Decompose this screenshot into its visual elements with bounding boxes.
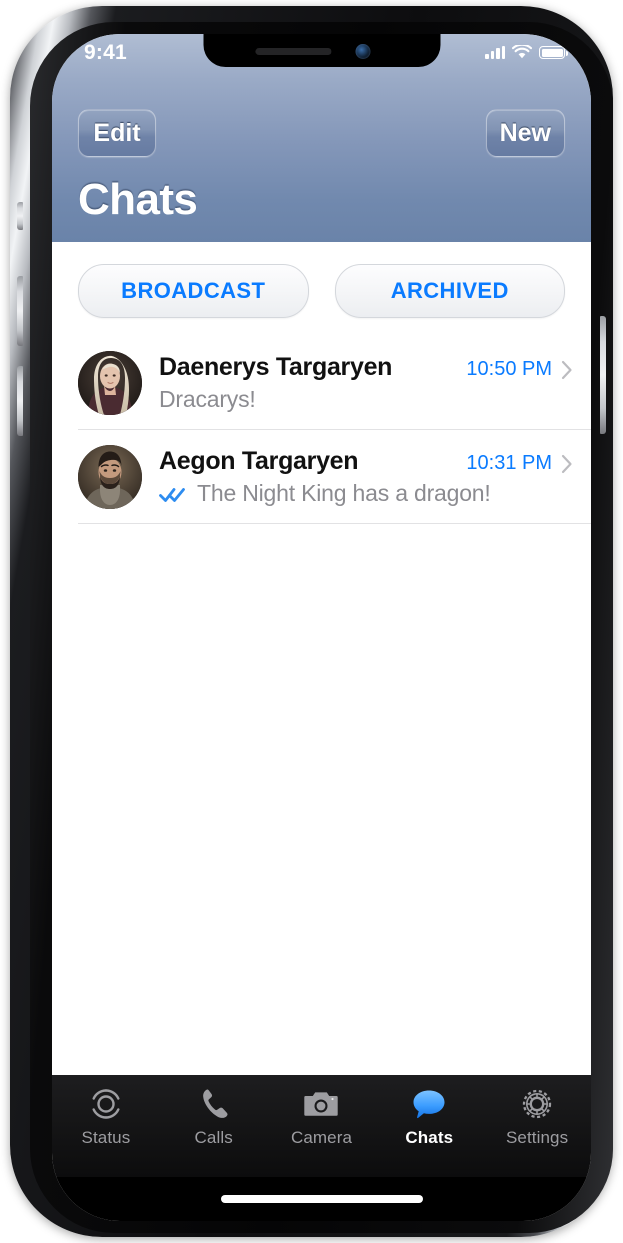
navigation-header: 9:41 Edit New Chats xyxy=(52,34,591,242)
edit-button[interactable]: Edit xyxy=(78,109,156,157)
archived-button[interactable]: ARCHIVED xyxy=(334,264,565,318)
tab-settings[interactable]: Settings xyxy=(483,1085,591,1148)
battery-icon xyxy=(539,46,568,59)
chat-preview-text: The Night King has a dragon! xyxy=(159,480,573,507)
segment-row: BROADCAST ARCHIVED xyxy=(52,242,591,336)
chat-item-meta: 10:50 PM xyxy=(456,358,573,381)
daenerys-avatar xyxy=(78,351,142,415)
chat-timestamp: 10:50 PM xyxy=(466,358,552,380)
gear-icon xyxy=(522,1089,552,1119)
page-title: Chats xyxy=(78,175,198,224)
wifi-icon xyxy=(512,45,532,59)
mute-switch-button[interactable] xyxy=(17,202,23,230)
signal-bars-icon xyxy=(485,46,505,59)
home-indicator-area xyxy=(52,1177,591,1221)
status-bar: 9:41 xyxy=(52,34,591,68)
new-chat-button[interactable]: New xyxy=(485,109,565,157)
tab-calls[interactable]: Calls xyxy=(160,1085,268,1148)
tab-label: Chats xyxy=(405,1128,454,1147)
volume-down-button[interactable] xyxy=(17,366,23,436)
power-button[interactable] xyxy=(600,316,606,434)
chat-preview-text: Dracarys! xyxy=(159,386,573,413)
volume-up-button[interactable] xyxy=(17,276,23,346)
tab-label: Settings xyxy=(505,1128,569,1147)
status-time: 9:41 xyxy=(84,40,127,64)
phone-icon xyxy=(202,1089,228,1118)
chat-item-body: Daenerys Targaryen 10:50 PM Dracarys! xyxy=(159,353,573,413)
camera-icon xyxy=(304,1092,339,1116)
chat-contact-name: Aegon Targaryen xyxy=(159,447,359,475)
chevron-right-icon xyxy=(561,360,572,379)
broadcast-button[interactable]: BROADCAST xyxy=(78,264,309,318)
status-rings-icon xyxy=(92,1089,120,1119)
home-indicator[interactable] xyxy=(220,1195,423,1203)
chat-preview-label: Dracarys! xyxy=(159,386,256,412)
tab-bar: Status Calls Camera Chats Settings xyxy=(52,1075,591,1177)
chat-item-header: Aegon Targaryen 10:31 PM xyxy=(159,447,573,476)
tab-label: Status xyxy=(81,1128,131,1147)
double-check-read-icon xyxy=(159,487,185,502)
chat-list-content: BROADCAST ARCHIVED Daenerys Targaryen 10… xyxy=(52,242,591,1075)
chat-item-body: Aegon Targaryen 10:31 PM The Night King … xyxy=(159,447,573,507)
device-frame: 9:41 Edit New Chats BROADCAST ARCHIVED D… xyxy=(10,6,613,1237)
status-icons xyxy=(485,45,568,60)
device-screen: 9:41 Edit New Chats BROADCAST ARCHIVED D… xyxy=(52,34,591,1221)
chat-item-header: Daenerys Targaryen 10:50 PM xyxy=(159,353,573,382)
tab-chats[interactable]: Chats xyxy=(375,1085,483,1148)
aegon-avatar xyxy=(78,445,142,509)
chevron-right-icon xyxy=(561,454,572,473)
tab-status[interactable]: Status xyxy=(52,1085,160,1148)
chat-bubble-icon xyxy=(413,1090,445,1119)
messaging-app: 9:41 Edit New Chats BROADCAST ARCHIVED D… xyxy=(52,34,591,1221)
chat-timestamp: 10:31 PM xyxy=(466,452,552,474)
tab-label: Calls xyxy=(194,1128,233,1147)
chat-item-meta: 10:31 PM xyxy=(456,452,573,475)
chat-list-item[interactable]: Daenerys Targaryen 10:50 PM Dracarys! xyxy=(52,336,591,430)
chat-list-item[interactable]: Aegon Targaryen 10:31 PM The Night King … xyxy=(52,430,591,524)
chat-preview-label: The Night King has a dragon! xyxy=(197,480,491,506)
tab-camera[interactable]: Camera xyxy=(268,1085,376,1148)
chat-contact-name: Daenerys Targaryen xyxy=(159,353,393,381)
tab-label: Camera xyxy=(290,1128,353,1147)
